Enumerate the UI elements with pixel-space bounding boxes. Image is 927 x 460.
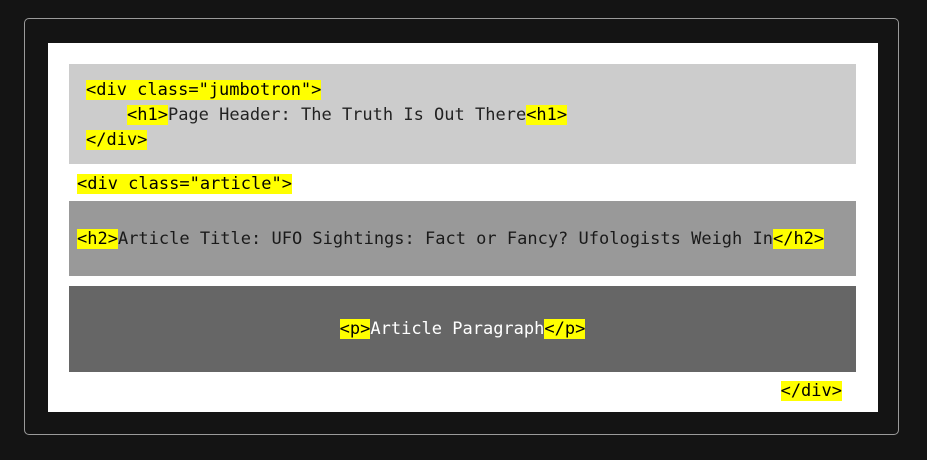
h2-line: <h2>Article Title: UFO Sightings: Fact o… <box>77 227 825 251</box>
paragraph-block: <p>Article Paragraph</p> <box>69 286 856 372</box>
h2-text: Article Title: UFO Sightings: Fact or Fa… <box>117 229 773 249</box>
paragraph-line: <p>Article Paragraph</p> <box>339 317 586 341</box>
h2-open-tag: <h2> <box>77 229 118 249</box>
article-close-tag: </div> <box>780 381 842 401</box>
h1-text: Page Header: The Truth Is Out There <box>167 105 527 125</box>
h2-block: <h2>Article Title: UFO Sightings: Fact o… <box>69 201 856 276</box>
paragraph-text: Article Paragraph <box>370 319 545 339</box>
h1-line: <h1>Page Header: The Truth Is Out There<… <box>127 103 568 127</box>
h2-close-tag: </h2> <box>772 229 825 249</box>
h1-close-tag: <h1> <box>526 105 568 125</box>
jumbotron-block: <div class="jumbotron"> <h1>Page Header:… <box>69 64 856 164</box>
p-open-tag: <p> <box>339 319 371 339</box>
article-close-line: </div> <box>780 379 842 403</box>
page-canvas: <div class="jumbotron"> <h1>Page Header:… <box>48 43 878 412</box>
jumbotron-open-line: <div class="jumbotron"> <box>86 78 322 102</box>
p-close-tag: </p> <box>544 319 586 339</box>
h1-open-tag: <h1> <box>127 105 168 125</box>
article-open-tag: <div class="article"> <box>77 174 292 194</box>
jumbotron-close-tag: </div> <box>86 130 148 150</box>
jumbotron-open-tag: <div class="jumbotron"> <box>86 80 322 100</box>
article-open-line: <div class="article"> <box>77 172 292 196</box>
jumbotron-close-line: </div> <box>86 128 148 152</box>
